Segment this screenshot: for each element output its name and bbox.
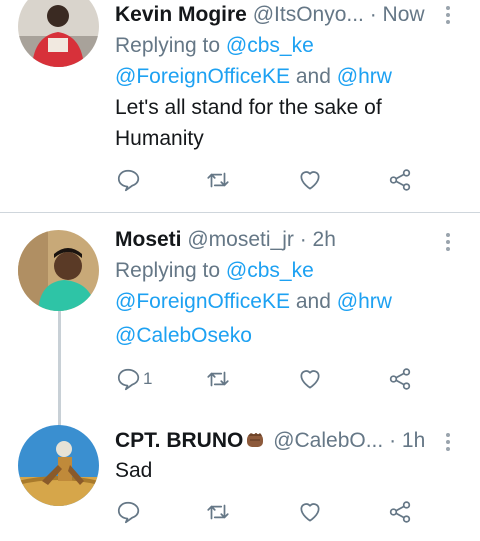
author-name[interactable]: Kevin Mogire — [115, 3, 247, 26]
share-icon — [389, 169, 411, 191]
author-handle[interactable]: @ItsOnyo... — [253, 3, 364, 26]
tweet-header: Kevin Mogire @ItsOnyo... · Now — [115, 3, 440, 27]
retweet-icon — [207, 504, 229, 520]
mention-link[interactable]: @CalebOseko — [115, 324, 252, 347]
tweet-kevin-mogire[interactable]: Kevin Mogire @ItsOnyo... · Now Replying … — [0, 0, 480, 212]
tweet-header: CPT. BRUNO @CalebO... · 1h — [115, 428, 440, 453]
more-vertical-icon[interactable] — [446, 233, 452, 254]
reply-count: 1 — [143, 369, 153, 388]
avatar-moseti[interactable] — [18, 230, 99, 311]
reply-icon — [117, 368, 140, 391]
retweet-icon — [207, 172, 229, 188]
share-icon — [389, 501, 411, 523]
mention-link[interactable]: @cbs_ke — [226, 34, 314, 57]
reply-icon — [117, 169, 140, 192]
share-button[interactable] — [387, 166, 413, 194]
more-vertical-icon[interactable] — [446, 433, 452, 454]
tweet-time: · 1h — [389, 429, 426, 452]
like-button[interactable] — [297, 498, 323, 526]
tweet-actions — [115, 498, 425, 526]
tweet-text: Humanity — [115, 127, 204, 150]
tweet-text: Let's all stand for the sake of — [115, 96, 382, 119]
tweet-header: Moseti @moseti_jr · 2h — [115, 228, 440, 252]
retweet-button[interactable] — [205, 365, 231, 393]
tweet-body: Sad — [115, 455, 460, 486]
thread-connector-line — [58, 311, 61, 427]
retweet-button[interactable] — [205, 166, 231, 194]
heart-icon — [300, 171, 320, 190]
reply-icon — [117, 501, 140, 524]
replying-to-label: Replying to — [115, 34, 221, 57]
tweet-cpt-bruno[interactable]: CPT. BRUNO @CalebO... · 1h Sad — [0, 413, 480, 541]
replying-to-label: Replying to — [115, 259, 221, 282]
share-icon — [389, 368, 411, 390]
reply-button[interactable]: 1 — [115, 365, 152, 393]
avatar-cpt-bruno[interactable] — [18, 425, 99, 506]
reply-button[interactable] — [115, 166, 143, 194]
share-button[interactable] — [387, 498, 413, 526]
like-button[interactable] — [297, 365, 323, 393]
reply-button[interactable] — [115, 498, 143, 526]
author-handle[interactable]: @CalebO... — [273, 429, 383, 452]
mention-link[interactable]: @hrw — [337, 65, 392, 88]
raised-fist-emoji — [247, 433, 264, 447]
author-name[interactable]: Moseti — [115, 228, 182, 251]
tweet-text: Sad — [115, 459, 153, 482]
and-label: and — [295, 65, 331, 88]
heart-icon — [300, 503, 320, 522]
mention-link[interactable]: @ForeignOfficeKE — [115, 65, 290, 88]
retweet-icon — [207, 371, 229, 387]
more-vertical-icon[interactable] — [446, 6, 452, 27]
tweet-time: · Now — [369, 3, 425, 26]
and-label: and — [295, 290, 331, 313]
tweet-body: Replying to @cbs_ke @ForeignOfficeKE and… — [115, 255, 460, 351]
mention-link[interactable]: @ForeignOfficeKE — [115, 290, 290, 313]
avatar-kevin-mogire[interactable] — [18, 0, 99, 67]
tweet-actions — [115, 166, 425, 194]
author-handle[interactable]: @moseti_jr — [187, 228, 294, 251]
mention-link[interactable]: @hrw — [337, 290, 392, 313]
tweet-actions: 1 — [115, 365, 425, 393]
tweet-body: Replying to @cbs_ke @ForeignOfficeKE and… — [115, 30, 460, 154]
tweet-moseti[interactable]: Moseti @moseti_jr · 2h Replying to @cbs_… — [0, 213, 480, 413]
retweet-button[interactable] — [205, 498, 231, 526]
share-button[interactable] — [387, 365, 413, 393]
like-button[interactable] — [297, 166, 323, 194]
author-name[interactable]: CPT. BRUNO — [115, 429, 243, 452]
heart-icon — [300, 370, 320, 389]
mention-link[interactable]: @cbs_ke — [226, 259, 314, 282]
tweet-time: · 2h — [299, 228, 336, 251]
